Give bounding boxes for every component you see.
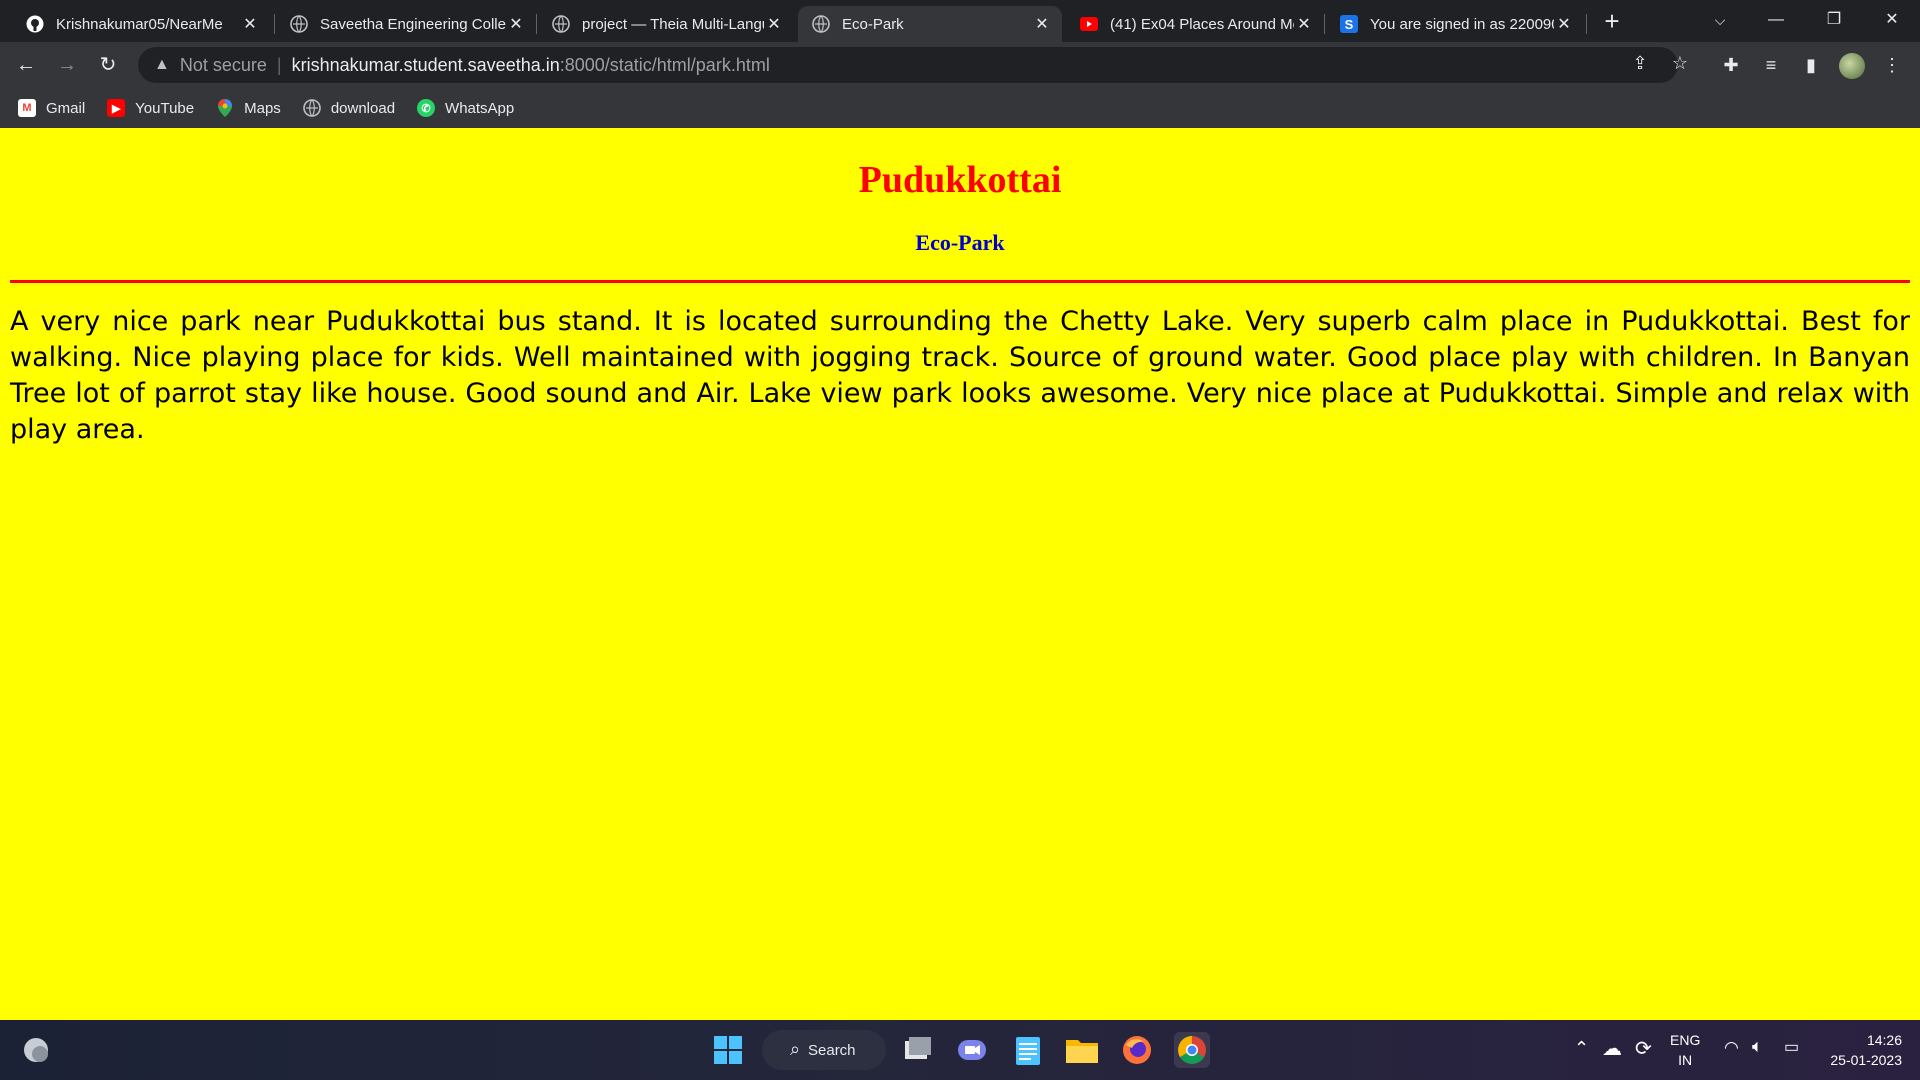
star-bookmark-icon[interactable]: ☆ bbox=[1668, 53, 1692, 74]
bookmark-label: WhatsApp bbox=[445, 99, 515, 117]
page-subheading: Eco-Park bbox=[915, 230, 1005, 255]
tab-separator bbox=[536, 14, 537, 34]
close-icon[interactable]: ✕ bbox=[240, 14, 260, 34]
show-hidden-icons-chevron-icon[interactable]: ⌃ bbox=[1574, 1038, 1589, 1059]
search-icon: ⌕ bbox=[790, 1039, 801, 1059]
chrome-icon[interactable] bbox=[1174, 1032, 1210, 1068]
bookmark-download[interactable]: download bbox=[303, 99, 395, 117]
back-button[interactable]: ← bbox=[12, 51, 40, 79]
close-icon[interactable]: ✕ bbox=[1554, 14, 1574, 34]
whatsapp-icon: ✆ bbox=[417, 99, 436, 117]
close-icon[interactable]: ✕ bbox=[1294, 14, 1314, 34]
tab-github[interactable]: Krishnakumar05/NearMe ✕ bbox=[12, 6, 270, 42]
tab-saveetha[interactable]: Saveetha Engineering College ✕ bbox=[276, 6, 536, 42]
file-explorer-icon[interactable] bbox=[1064, 1032, 1100, 1068]
warning-triangle-icon[interactable]: ▲ bbox=[154, 56, 170, 74]
globe-icon bbox=[290, 15, 308, 33]
tab-separator bbox=[274, 14, 275, 34]
close-icon[interactable]: ✕ bbox=[1032, 14, 1052, 34]
tab-title: Eco-Park bbox=[842, 15, 904, 33]
forward-button[interactable]: → bbox=[53, 51, 81, 79]
tab-separator bbox=[1324, 14, 1325, 34]
firefox-icon[interactable] bbox=[1119, 1032, 1155, 1068]
more-menu-icon[interactable]: ⋮ bbox=[1880, 53, 1904, 77]
reload-button[interactable]: ↻ bbox=[94, 51, 122, 79]
horizontal-rule bbox=[10, 280, 1910, 283]
tab-theia[interactable]: project — Theia Multi-Language ✕ bbox=[538, 6, 794, 42]
sync-icon[interactable]: ⟳ bbox=[1635, 1036, 1652, 1061]
bookmark-whatsapp[interactable]: ✆ WhatsApp bbox=[417, 99, 514, 117]
tab-search-chevron-icon[interactable]: ⌵ bbox=[1692, 0, 1748, 40]
close-icon[interactable]: ✕ bbox=[506, 14, 526, 34]
side-panel-icon[interactable]: ▮ bbox=[1799, 53, 1823, 77]
profile-avatar[interactable] bbox=[1839, 53, 1865, 79]
clock-date: 25-01-2023 bbox=[1830, 1052, 1902, 1068]
bookmark-label: YouTube bbox=[135, 99, 195, 117]
bookmark-label: Gmail bbox=[46, 99, 86, 117]
taskbar-search-label: Search bbox=[808, 1041, 856, 1059]
minimize-button[interactable]: — bbox=[1748, 0, 1804, 40]
s-icon: S bbox=[1340, 15, 1358, 33]
bookmark-label: Maps bbox=[244, 99, 281, 117]
teams-chat-icon[interactable] bbox=[954, 1032, 990, 1068]
onedrive-cloud-icon[interactable]: ☁ bbox=[1602, 1036, 1622, 1061]
tab-title: project — Theia Multi-Language bbox=[582, 15, 764, 33]
restore-button[interactable]: ❐ bbox=[1806, 0, 1862, 40]
tab-signed-in[interactable]: S You are signed in as 220090 ✕ bbox=[1326, 6, 1584, 42]
gmail-icon: M bbox=[18, 99, 36, 117]
language-code: ENG bbox=[1670, 1032, 1701, 1048]
close-icon[interactable]: ✕ bbox=[764, 14, 784, 34]
globe-icon bbox=[812, 15, 830, 33]
tab-separator bbox=[1586, 14, 1587, 34]
start-windows-icon[interactable] bbox=[710, 1032, 746, 1068]
language-indicator[interactable]: ENG IN bbox=[1670, 1030, 1700, 1070]
globe-icon bbox=[552, 15, 570, 33]
security-label[interactable]: Not secure bbox=[180, 55, 267, 76]
youtube-icon bbox=[1080, 15, 1098, 33]
weather-widget-icon[interactable] bbox=[18, 1032, 54, 1068]
page-heading: Pudukkottai bbox=[858, 159, 1062, 201]
tab-eco-park[interactable]: Eco-Park ✕ bbox=[798, 6, 1062, 42]
tab-title: (41) Ex04 Places Around Me bbox=[1110, 15, 1294, 33]
task-view-icon[interactable] bbox=[900, 1032, 936, 1068]
description-paragraph: A very nice park near Pudukkottai bus st… bbox=[10, 306, 1910, 445]
wifi-icon[interactable]: ◠ bbox=[1724, 1038, 1739, 1058]
tab-strip: Krishnakumar05/NearMe ✕ Saveetha Enginee… bbox=[0, 0, 1920, 42]
youtube-icon: ▶ bbox=[107, 99, 126, 117]
github-icon bbox=[26, 15, 44, 33]
url-path[interactable]: :8000/static/html/park.html bbox=[560, 55, 770, 76]
volume-icon[interactable]: 🔈︎ bbox=[1752, 1036, 1763, 1057]
web-page: Pudukkottai Eco-Park A very nice park ne… bbox=[0, 128, 1920, 1020]
omnibox-divider: | bbox=[276, 54, 282, 75]
bookmarks-bar: M Gmail ▶ YouTube Maps download ✆ WhatsA… bbox=[0, 88, 1920, 128]
notepad-icon[interactable] bbox=[1010, 1032, 1046, 1068]
bookmark-youtube[interactable]: ▶ YouTube bbox=[107, 99, 194, 117]
clock-time: 14:26 bbox=[1866, 1032, 1902, 1048]
bookmark-gmail[interactable]: M Gmail bbox=[18, 99, 85, 117]
maps-icon bbox=[216, 99, 234, 117]
new-tab-button[interactable]: + bbox=[1600, 6, 1624, 36]
bookmark-label: download bbox=[330, 99, 396, 117]
share-icon[interactable]: ⇪ bbox=[1628, 53, 1652, 74]
windows-taskbar: ⌕ Search ⌃ ☁ ⟳ ENG IN ◠ 🔈︎ ▭ 14:26 25-01… bbox=[0, 1020, 1920, 1080]
browser-toolbar: ← → ↻ ▲ Not secure | krishnakumar.studen… bbox=[0, 42, 1920, 88]
media-queue-icon[interactable]: ≡ bbox=[1759, 53, 1783, 77]
tab-youtube[interactable]: (41) Ex04 Places Around Me ✕ bbox=[1066, 6, 1324, 42]
language-region: IN bbox=[1678, 1052, 1693, 1068]
tab-title: Krishnakumar05/NearMe bbox=[56, 15, 223, 33]
taskbar-search[interactable]: ⌕ Search bbox=[762, 1030, 886, 1070]
extensions-puzzle-icon[interactable]: ✚ bbox=[1719, 53, 1743, 77]
tab-title: Saveetha Engineering College bbox=[320, 15, 506, 33]
bookmark-maps[interactable]: Maps bbox=[216, 99, 281, 117]
tab-title: You are signed in as 220090 bbox=[1370, 15, 1554, 33]
globe-icon bbox=[303, 99, 321, 117]
address-bar[interactable]: ▲ Not secure | krishnakumar.student.save… bbox=[138, 47, 1688, 83]
url-host[interactable]: krishnakumar.student.saveetha.in bbox=[292, 55, 560, 76]
close-window-button[interactable]: ✕ bbox=[1864, 0, 1920, 40]
clock[interactable]: 14:26 25-01-2023 bbox=[1822, 1030, 1902, 1070]
battery-icon[interactable]: ▭ bbox=[1784, 1037, 1799, 1057]
